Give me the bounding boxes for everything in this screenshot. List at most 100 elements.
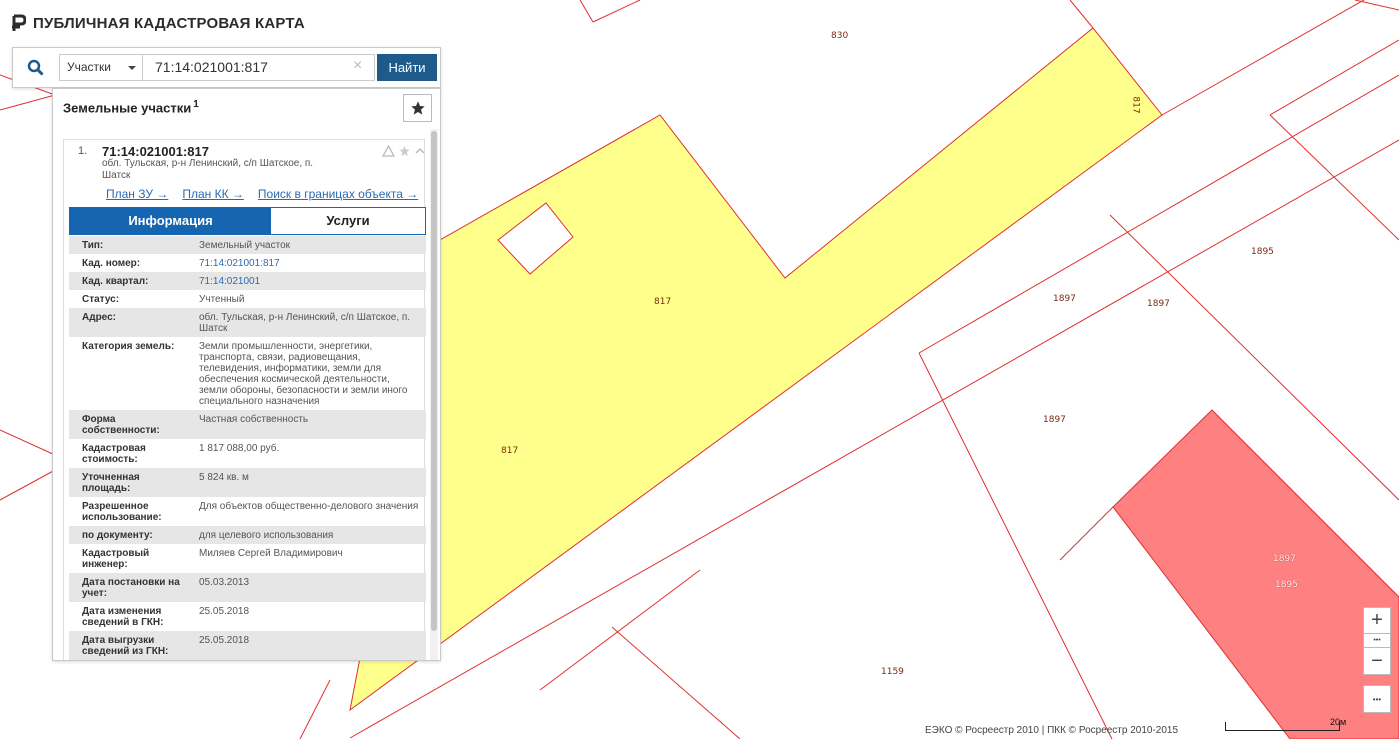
results-title-text: Земельные участки <box>63 100 192 116</box>
info-value-link[interactable]: 71:14:021001 <box>187 276 426 287</box>
info-row: по документу: для целевого использования <box>69 526 426 544</box>
info-value: 25.05.2018 <box>199 635 250 646</box>
result-cad-number[interactable]: 71:14:021001:817 <box>102 144 209 159</box>
info-key: Категория земель: <box>82 341 175 352</box>
chevron-up-icon[interactable] <box>414 145 426 157</box>
results-count: 1 <box>193 99 199 110</box>
scroll-thumb[interactable] <box>431 131 437 631</box>
info-key: Разрешенное использование: <box>82 501 162 523</box>
info-key: Адрес: <box>82 312 116 323</box>
results-title: Земельные участки 1 <box>63 99 199 115</box>
info-row: Тип: Земельный участок <box>69 236 426 254</box>
find-button[interactable]: Найти <box>377 54 437 81</box>
info-row: Дата изменения сведений в ГКН: 25.05.2018 <box>69 602 426 631</box>
rosreestr-logo-icon <box>12 14 27 32</box>
clear-icon[interactable]: × <box>353 57 362 75</box>
parcel-label: 1895 <box>1275 580 1298 590</box>
info-key: Дата выгрузки сведений из ГКН: <box>82 635 169 657</box>
info-row: Кадастровый инженер: Миляев Сергей Владим… <box>69 544 426 573</box>
highlight-parcel-1897[interactable] <box>1112 409 1399 739</box>
info-value: 05.03.2013 <box>199 577 250 588</box>
parcel-label: 817 <box>501 446 519 456</box>
info-key: Статус: <box>82 294 120 305</box>
plan-zu-link[interactable]: План ЗУ → <box>106 187 168 201</box>
info-row: Категория земель: Земли промышленности, э… <box>69 337 426 410</box>
info-key: Форма собственности: <box>82 414 160 436</box>
search-type-select[interactable]: Участки <box>59 54 143 81</box>
info-key: Дата постановки на учет: <box>82 577 180 599</box>
zoom-in-button[interactable]: + <box>1363 607 1391 634</box>
info-value: Земельный участок <box>199 240 291 251</box>
search-input[interactable]: 71:14:021001:817 <box>143 54 375 81</box>
zoom-out-button[interactable]: − <box>1363 647 1391 675</box>
chevron-down-icon <box>128 66 136 70</box>
info-value: Частная собственность <box>199 414 309 425</box>
search-icon[interactable] <box>13 48 57 87</box>
parcel-label: 1159 <box>881 667 904 677</box>
parcel-label: 817 <box>1130 96 1141 114</box>
selected-parcel-817[interactable] <box>349 27 1163 712</box>
info-row: Кад. квартал: 71:14:021001 <box>69 272 426 290</box>
info-key: Дата изменения сведений в ГКН: <box>82 606 164 628</box>
info-value: обл. Тульская, р-н Ленинский, с/п Шатско… <box>199 312 411 334</box>
info-key: Кад. номер: <box>82 258 141 269</box>
zoom-level-dots[interactable]: ••• <box>1363 634 1391 647</box>
search-type-label: Участки <box>67 60 111 74</box>
map-attribution: ЕЭКО © Росреестр 2010 | ПКК © Росреестр … <box>925 725 1179 736</box>
parcel-label: 1897 <box>1147 299 1170 309</box>
tab-services[interactable]: Услуги <box>271 208 425 234</box>
parcel-label: 1895 <box>1251 247 1274 257</box>
info-value: Миляев Сергей Владимирович <box>199 548 343 559</box>
search-bar: Участки 71:14:021001:817 × Найти <box>12 47 441 88</box>
app-title: ПУБЛИЧНАЯ КАДАСТРОВАЯ КАРТА <box>33 14 305 32</box>
search-within-link[interactable]: Поиск в границах объекта → <box>258 187 418 201</box>
info-key: Кад. квартал: <box>82 276 149 287</box>
info-key: Кадастровая стоимость: <box>82 443 146 465</box>
parcel-label: 1897 <box>1273 554 1296 564</box>
info-row: Форма собственности: Частная собственност… <box>69 410 426 439</box>
info-value: 5 824 кв. м <box>199 472 249 483</box>
info-row: Кад. номер: 71:14:021001:817 <box>69 254 426 272</box>
result-address: обл. Тульская, р-н Ленинский, с/п Шатско… <box>102 158 314 181</box>
favorites-button[interactable] <box>403 94 432 122</box>
info-key: Тип: <box>82 240 104 251</box>
info-value: 1 817 088,00 руб. <box>199 443 280 454</box>
result-actions <box>382 145 426 157</box>
info-row: Разрешенное использование: Для объектов о… <box>69 497 426 526</box>
star-icon[interactable] <box>398 145 411 157</box>
info-key: Кадастровый инженер: <box>82 548 150 570</box>
info-value: Учтенный <box>199 294 245 305</box>
scale-bar <box>1225 722 1340 731</box>
info-value: для целевого использования <box>199 530 334 541</box>
info-value: Для объектов общественно-делового значен… <box>199 501 419 512</box>
results-header: Земельные участки 1 <box>53 89 440 129</box>
more-options-button[interactable]: ••• <box>1363 685 1391 713</box>
parcel-label: 817 <box>654 297 672 307</box>
info-key: Уточненная площадь: <box>82 472 140 494</box>
info-value: Земли промышленности, энергетики, трансп… <box>199 341 408 407</box>
info-key: по документу: <box>82 530 153 541</box>
info-row: Адрес: обл. Тульская, р-н Ленинский, с/п … <box>69 308 426 337</box>
star-icon <box>410 101 425 115</box>
plan-kk-link[interactable]: План КК → <box>182 187 244 201</box>
warning-icon[interactable] <box>382 145 395 157</box>
info-row: Кадастровая стоимость: 1 817 088,00 руб. <box>69 439 426 468</box>
scale-label: 20м <box>1330 717 1347 727</box>
info-value-link[interactable]: 71:14:021001:817 <box>187 258 426 269</box>
parcel-label: 1897 <box>1053 294 1076 304</box>
info-row: Дата выгрузки сведений из ГКН: 25.05.2018 <box>69 631 426 660</box>
info-row: Дата постановки на учет: 05.03.2013 <box>69 573 426 602</box>
info-row: Статус: Учтенный <box>69 290 426 308</box>
result-item: 1. 71:14:021001:817 обл. Тульская, р-н Л… <box>63 139 426 660</box>
tab-info[interactable]: Информация <box>70 208 271 234</box>
result-tabs: Информация Услуги <box>69 207 426 235</box>
parcel-label: 830 <box>831 31 849 41</box>
results-scrollbar[interactable] <box>430 129 438 660</box>
info-row: Уточненная площадь: 5 824 кв. м <box>69 468 426 497</box>
info-value: 25.05.2018 <box>199 606 250 617</box>
app-header: ПУБЛИЧНАЯ КАДАСТРОВАЯ КАРТА <box>12 14 305 32</box>
info-table: Тип: Земельный участок Кад. номер: 71:14:0… <box>69 236 426 660</box>
parcel-label: 1897 <box>1043 415 1066 425</box>
result-links: План ЗУ → План КК → Поиск в границах объ… <box>106 187 418 201</box>
results-panel: Земельные участки 1 1. 71:14:021001:817 о… <box>52 88 441 661</box>
